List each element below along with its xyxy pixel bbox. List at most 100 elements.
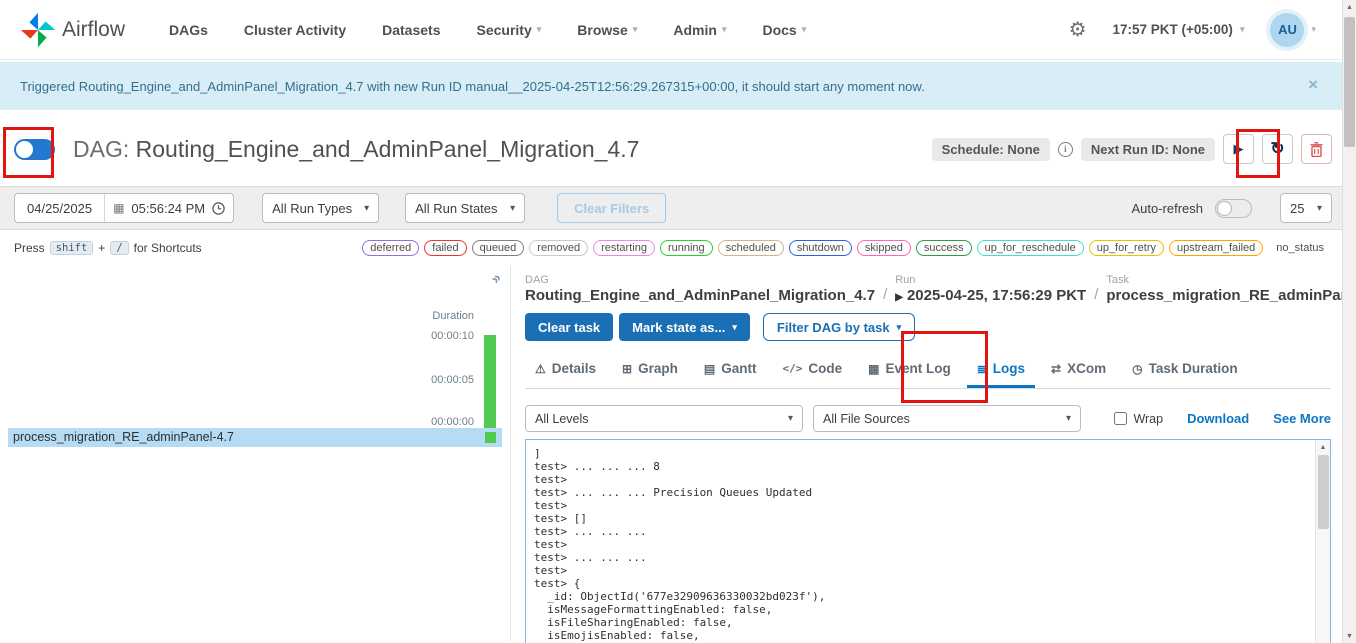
nav-datasets[interactable]: Datasets: [382, 22, 440, 38]
dag-name: Routing_Engine_and_AdminPanel_Migration_…: [136, 136, 640, 162]
task-duration-icon: ◷: [1132, 362, 1142, 376]
task-state-square[interactable]: [485, 432, 496, 443]
trigger-alert-banner: Triggered Routing_Engine_and_AdminPanel_…: [0, 62, 1356, 110]
chevron-down-icon: ▾: [732, 322, 737, 333]
log-line: ]: [534, 447, 1308, 460]
nav-browse[interactable]: Browse▾: [577, 22, 637, 38]
tab-code[interactable]: </>Code: [772, 354, 852, 388]
status-badge[interactable]: running: [660, 240, 713, 256]
tab-xcom[interactable]: ⇄XCom: [1041, 354, 1116, 388]
run-states-select[interactable]: All Run States▾: [405, 193, 525, 223]
collapse-grid-icon[interactable]: »: [487, 270, 505, 288]
nav-docs[interactable]: Docs▾: [762, 22, 806, 38]
tab-gantt[interactable]: ▤Gantt: [694, 354, 767, 388]
scroll-down-icon[interactable]: ▼: [1343, 629, 1356, 643]
trash-icon: [1310, 142, 1323, 157]
clear-task-button[interactable]: Clear task: [525, 313, 613, 341]
nav-dags[interactable]: DAGs: [169, 22, 208, 38]
tab-event-log[interactable]: ▦Event Log: [858, 354, 961, 388]
graph-icon: ⊞: [622, 362, 632, 376]
nav-security[interactable]: Security▾: [476, 22, 541, 38]
run-types-select[interactable]: All Run Types▾: [262, 193, 379, 223]
chevron-down-icon: ▾: [897, 322, 902, 333]
scroll-up-icon[interactable]: ▲: [1343, 0, 1356, 14]
status-badge[interactable]: removed: [529, 240, 588, 256]
file-sources-select[interactable]: All File Sources▾: [813, 405, 1081, 432]
status-badge[interactable]: skipped: [857, 240, 911, 256]
breadcrumb-separator: /: [1094, 286, 1098, 304]
filter-dag-by-task-button[interactable]: Filter DAG by task▾: [763, 313, 915, 341]
breadcrumb-run-link[interactable]: ▶2025-04-25, 17:56:29 PKT: [895, 287, 1086, 304]
navbar-right: ⚙ 17:57 PKT (+05:00)▾ AU ▾: [1069, 13, 1338, 47]
alert-message: Triggered Routing_Engine_and_AdminPanel_…: [20, 79, 925, 94]
log-output: ] test> ... ... ... 8 test> test> ... ..…: [525, 439, 1331, 643]
status-badge[interactable]: queued: [472, 240, 525, 256]
nav-admin[interactable]: Admin▾: [673, 22, 726, 38]
delete-dag-button[interactable]: [1301, 134, 1332, 164]
close-icon[interactable]: ×: [1308, 76, 1318, 93]
log-line: test> ... ... ... 8: [534, 460, 1308, 473]
dag-header: DAG: Routing_Engine_and_AdminPanel_Migra…: [0, 110, 1356, 182]
download-link[interactable]: Download: [1187, 411, 1249, 426]
auto-refresh-toggle[interactable]: [1215, 199, 1252, 218]
log-scrollbar[interactable]: ▲: [1315, 440, 1330, 643]
log-line: test>: [534, 499, 1308, 512]
run-duration-bar[interactable]: [484, 335, 496, 428]
top-navbar: Airflow DAGs Cluster Activity Datasets S…: [0, 0, 1356, 60]
log-levels-select[interactable]: All Levels▾: [525, 405, 803, 432]
info-icon[interactable]: i: [1058, 142, 1073, 157]
breadcrumb: DAG Routing_Engine_and_AdminPanel_Migrat…: [525, 274, 1331, 304]
wrap-option: Wrap: [1114, 412, 1163, 426]
breadcrumb-separator: /: [883, 286, 887, 304]
task-row[interactable]: process_migration_RE_adminPanel-4.7: [8, 428, 502, 447]
status-legend: deferred failed queued removed restartin…: [362, 240, 1332, 256]
status-badge[interactable]: deferred: [362, 240, 419, 256]
chevron-down-icon: ▾: [537, 24, 542, 35]
scrollbar-thumb[interactable]: [1344, 17, 1355, 147]
reparse-dag-button[interactable]: ↻: [1262, 134, 1293, 164]
breadcrumb-dag-link[interactable]: Routing_Engine_and_AdminPanel_Migration_…: [525, 287, 875, 304]
wrap-checkbox[interactable]: [1114, 412, 1127, 425]
avatar[interactable]: AU: [1270, 13, 1304, 47]
auto-refresh-label: Auto-refresh: [1131, 201, 1203, 216]
status-badge[interactable]: upstream_failed: [1169, 240, 1263, 256]
date-input[interactable]: 04/25/2025: [15, 194, 105, 222]
chevron-down-icon: ▾: [788, 413, 793, 424]
trigger-dag-button[interactable]: ▶: [1223, 134, 1254, 164]
chevron-down-icon: ▾: [633, 24, 638, 35]
tab-details[interactable]: ⚠Details: [525, 354, 606, 388]
chevron-down-icon: ▾: [1311, 24, 1316, 35]
time-input[interactable]: ▦ 05:56:24 PM: [105, 201, 233, 216]
status-badge[interactable]: up_for_retry: [1089, 240, 1164, 256]
tab-task-duration[interactable]: ◷Task Duration: [1122, 354, 1248, 388]
status-badge[interactable]: failed: [424, 240, 466, 256]
timezone-selector[interactable]: 17:57 PKT (+05:00)▾: [1113, 22, 1245, 37]
page-size-select[interactable]: 25▾: [1280, 193, 1332, 223]
see-more-link[interactable]: See More: [1273, 411, 1331, 426]
scroll-up-icon[interactable]: ▲: [1316, 440, 1330, 454]
tab-logs[interactable]: ≣Logs: [967, 354, 1035, 388]
gear-icon[interactable]: ⚙: [1069, 17, 1087, 42]
shortcuts-hint: Press shift + / for Shortcuts: [14, 241, 202, 255]
clear-filters-button[interactable]: Clear Filters: [557, 193, 666, 223]
status-badge[interactable]: no_status: [1268, 240, 1332, 256]
airflow-logo-icon: [18, 10, 58, 50]
status-badge[interactable]: success: [916, 240, 972, 256]
status-badge[interactable]: up_for_reschedule: [977, 240, 1084, 256]
breadcrumb-task-link[interactable]: process_migration_RE_adminPanel-4.7: [1106, 287, 1356, 304]
tab-graph[interactable]: ⊞Graph: [612, 354, 688, 388]
detail-panel: DAG Routing_Engine_and_AdminPanel_Migrat…: [510, 266, 1356, 641]
status-badge[interactable]: shutdown: [789, 240, 852, 256]
breadcrumb-dag: DAG Routing_Engine_and_AdminPanel_Migrat…: [525, 274, 875, 304]
dag-pause-toggle[interactable]: [14, 139, 55, 160]
logs-icon: ≣: [977, 362, 987, 376]
mark-state-button[interactable]: Mark state as...▾: [619, 313, 750, 341]
user-menu[interactable]: AU ▾: [1270, 13, 1316, 47]
status-badge[interactable]: scheduled: [718, 240, 784, 256]
filter-bar-right: Auto-refresh 25▾: [1131, 193, 1332, 223]
nav-cluster-activity[interactable]: Cluster Activity: [244, 22, 346, 38]
status-badge[interactable]: restarting: [593, 240, 655, 256]
run-filter-bar: 04/25/2025 ▦ 05:56:24 PM All Run Types▾ …: [0, 186, 1356, 230]
scrollbar-thumb[interactable]: [1318, 455, 1329, 529]
page-scrollbar[interactable]: ▲ ▼: [1342, 0, 1356, 643]
